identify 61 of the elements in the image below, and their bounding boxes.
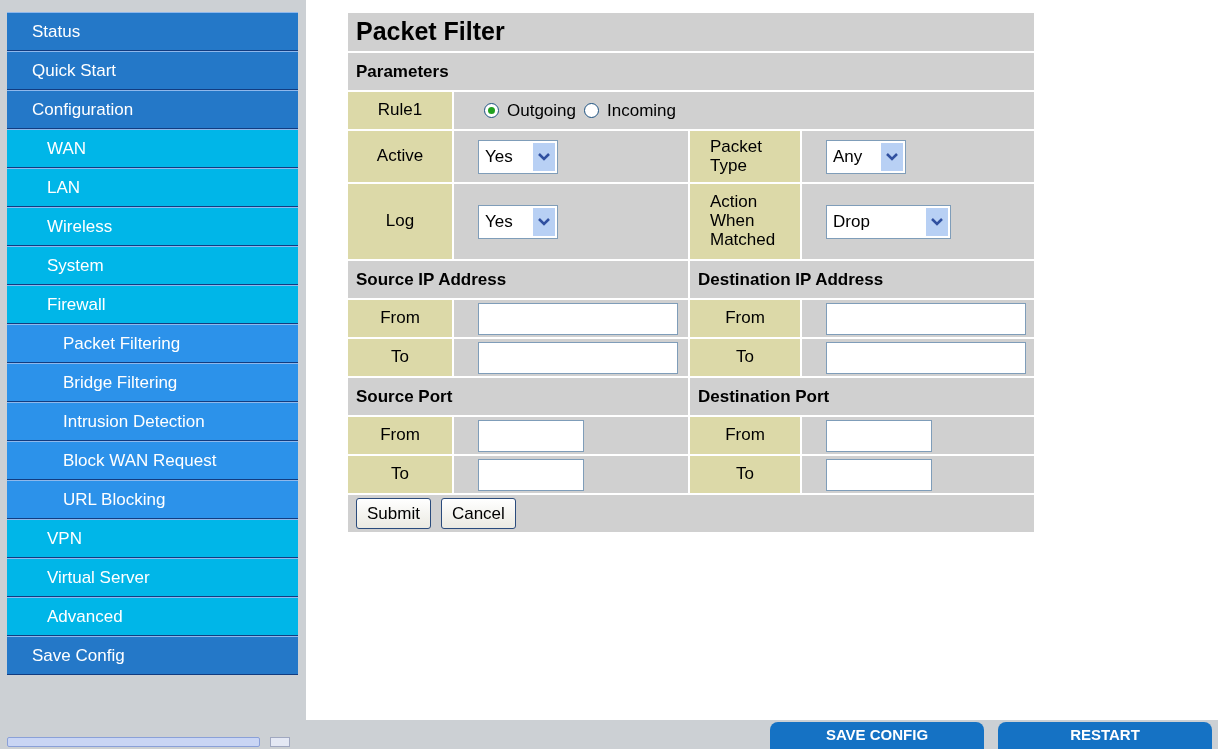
dropdown[interactable]: Drop [826,204,951,239]
section-heading: Destination Port [690,378,1034,415]
radio-option[interactable]: Outgoing [484,97,576,124]
form-button[interactable]: Cancel [440,498,516,529]
chevron-down-icon [926,207,948,236]
chevron-down-icon [533,207,555,236]
field-label: To [690,339,800,376]
section-heading: Destination IP Address [690,261,1034,298]
sidebar-item[interactable]: System [7,246,298,285]
field-label: From [690,417,800,454]
input-field[interactable] [826,302,1026,335]
input-field[interactable] [478,341,678,374]
sidebar-item[interactable]: Virtual Server [7,558,298,597]
field-label: Log [348,184,452,259]
sidebar-item[interactable]: Advanced [7,597,298,636]
form-button[interactable]: Submit [356,498,431,529]
sidebar-item[interactable]: Wireless [7,207,298,246]
scrollbar-thumb[interactable] [7,737,260,747]
sidebar-item[interactable]: Save Config [7,636,298,675]
section-heading: Source IP Address [348,261,688,298]
section-heading: Parameters [348,53,1034,90]
input-field[interactable] [478,419,584,452]
radio-button[interactable] [484,103,499,118]
sidebar-item[interactable]: Packet Filtering [7,324,298,363]
dropdown[interactable]: Yes [478,204,558,239]
field-label: To [348,456,452,493]
radio-option[interactable]: Incoming [584,97,676,124]
sidebar-item[interactable]: LAN [7,168,298,207]
field-label: From [690,300,800,337]
field-label: From [348,417,452,454]
radio-button[interactable] [584,103,599,118]
sidebar-item[interactable]: Block WAN Request [7,441,298,480]
sidebar-item[interactable]: Quick Start [7,51,298,90]
dropdown[interactable]: Any [826,139,906,174]
sidebar-item[interactable]: Configuration [7,90,298,129]
input-field[interactable] [478,458,584,491]
field-label: From [348,300,452,337]
section-heading: Source Port [348,378,688,415]
sidebar-item[interactable]: Firewall [7,285,298,324]
field-label: Action When Matched [690,184,800,259]
field-label: To [348,339,452,376]
input-field[interactable] [826,419,932,452]
input-field[interactable] [826,341,1026,374]
sidebar-item[interactable]: URL Blocking [7,480,298,519]
field-label: Packet Type [690,131,800,182]
input-field[interactable] [478,302,678,335]
sidebar-item[interactable]: Status [7,12,298,51]
sidebar-item[interactable]: Intrusion Detection [7,402,298,441]
footer-button[interactable]: RESTART [998,722,1212,749]
sidebar-item[interactable]: WAN [7,129,298,168]
sidebar-item[interactable]: Bridge Filtering [7,363,298,402]
field-label: Active [348,131,452,182]
footer-button[interactable]: SAVE CONFIG [770,722,984,749]
chevron-down-icon [881,142,903,171]
chevron-down-icon [533,142,555,171]
field-label: Rule1 [348,92,452,129]
dropdown[interactable]: Yes [478,139,558,174]
input-field[interactable] [826,458,932,491]
sidebar-item[interactable]: VPN [7,519,298,558]
page-title: Packet Filter [348,13,1034,51]
field-label: To [690,456,800,493]
